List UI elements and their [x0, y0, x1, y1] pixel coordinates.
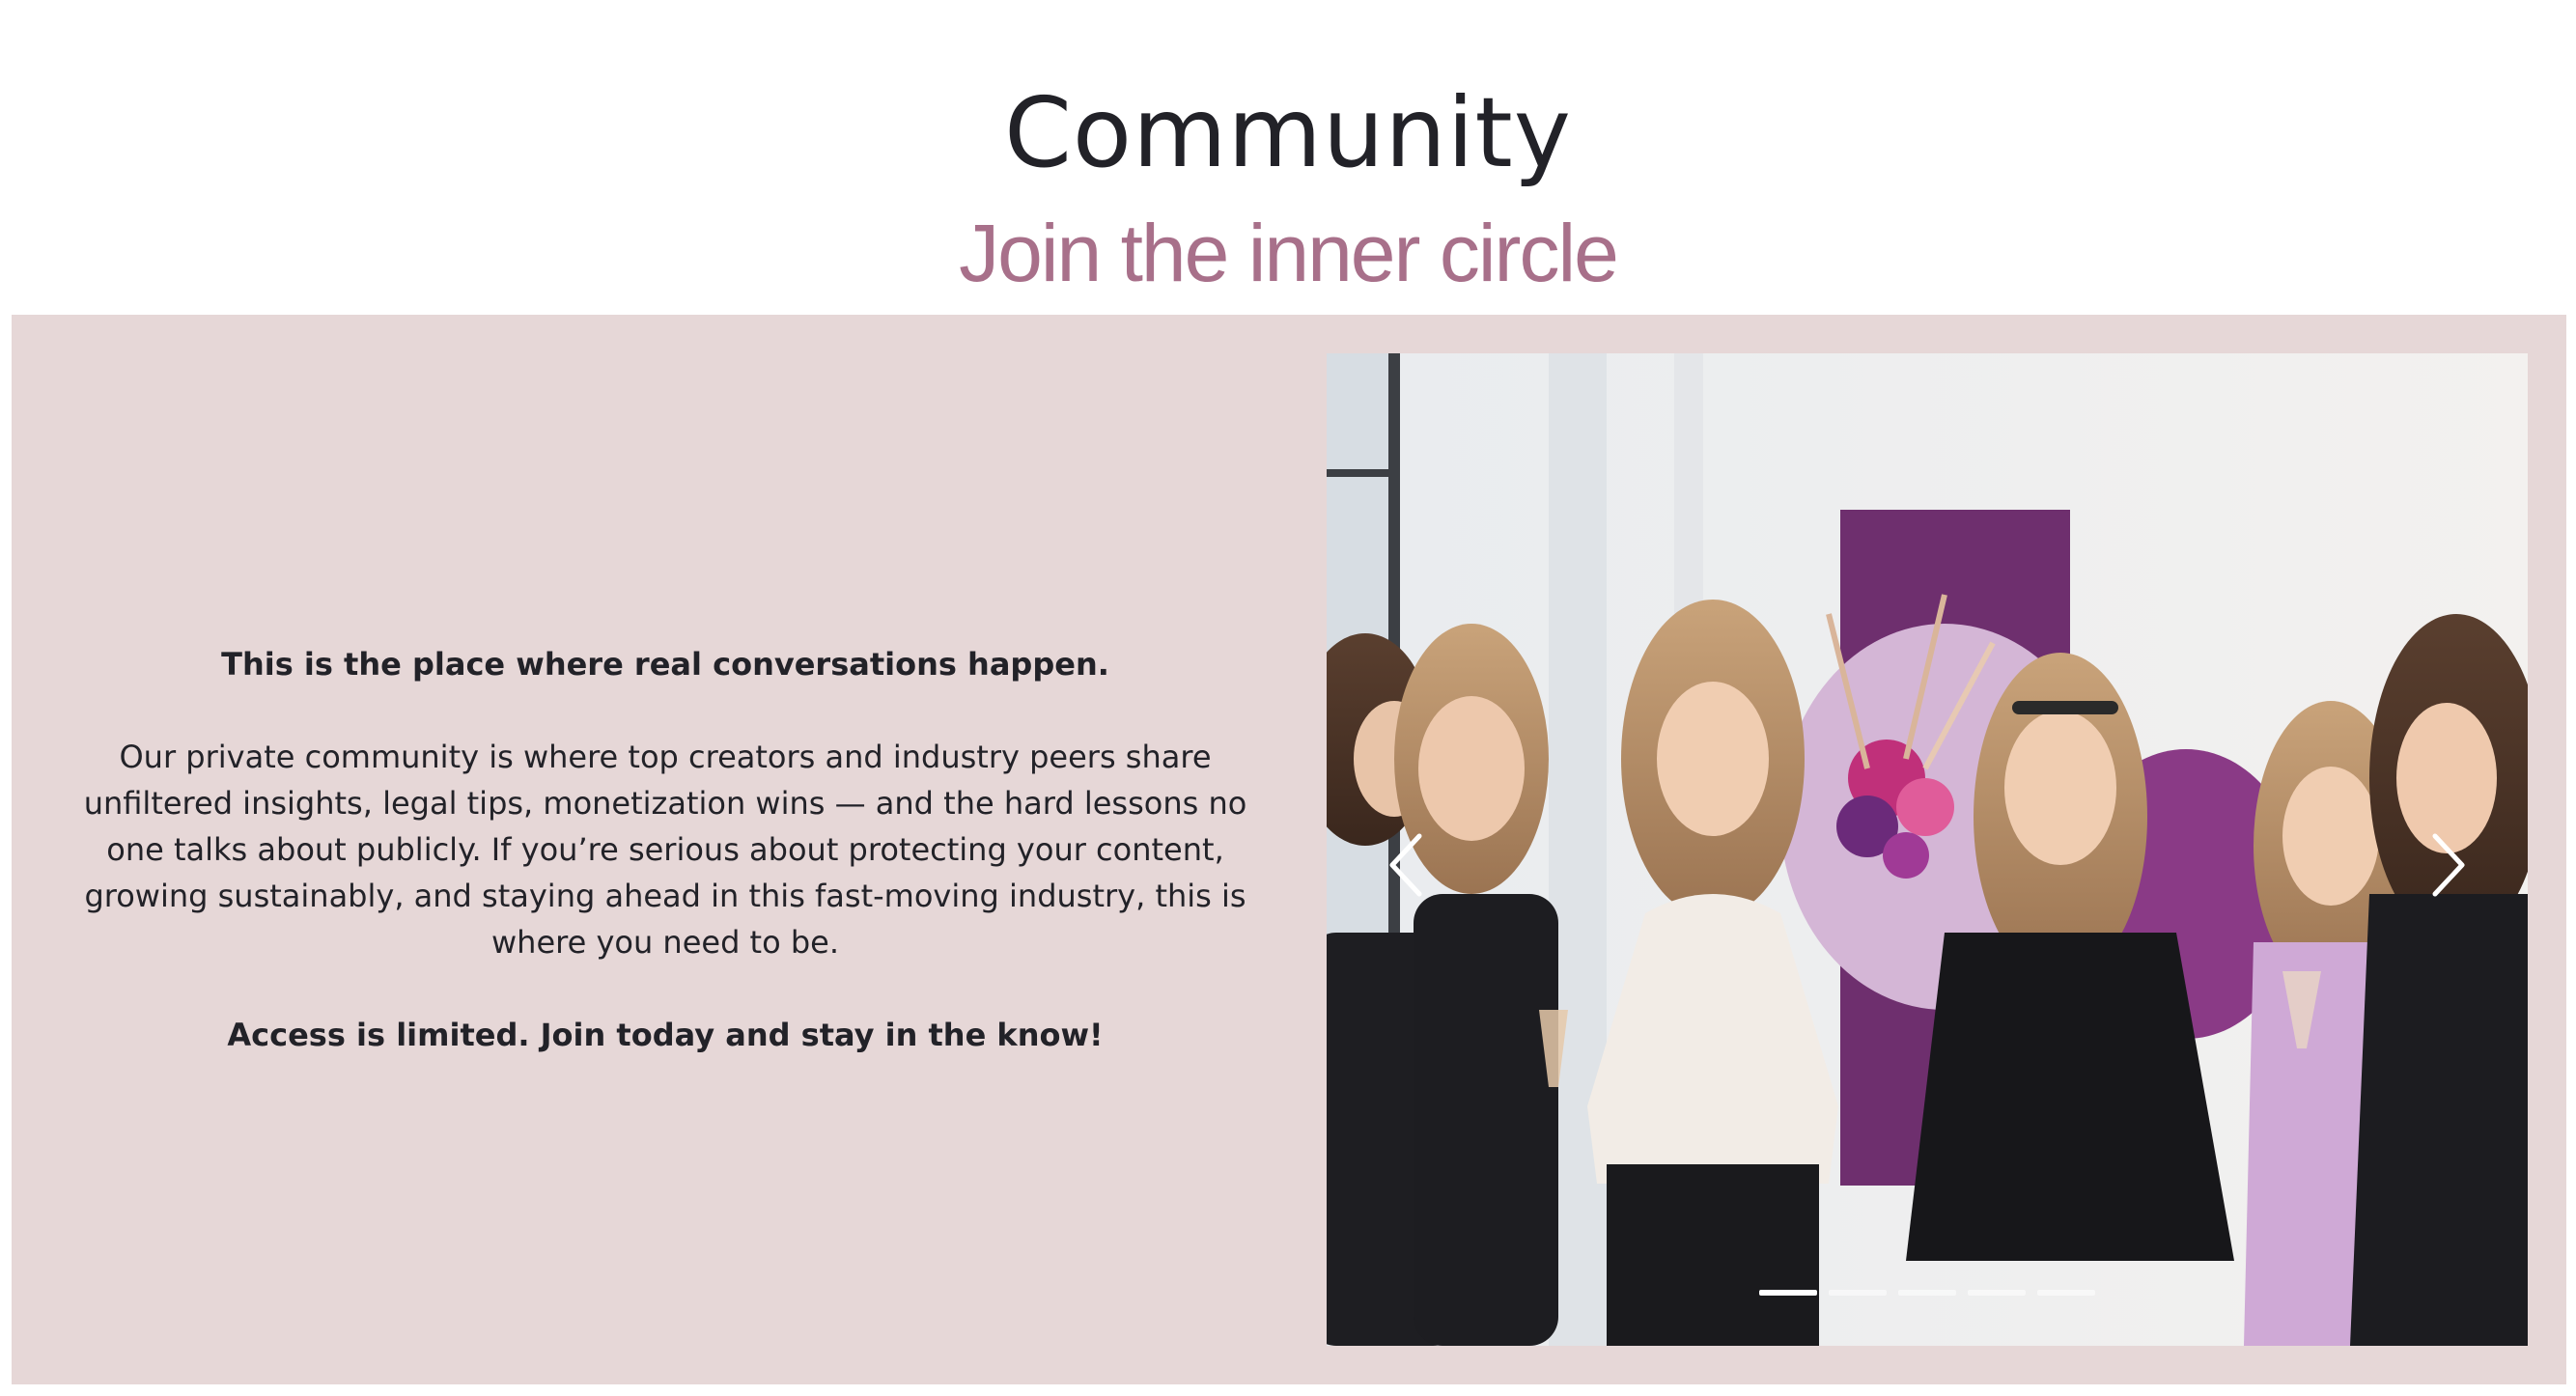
lead-text: This is the place where real conversatio… [221, 646, 1109, 683]
carousel-dot-1[interactable] [1759, 1290, 1817, 1296]
chevron-left-icon [1389, 833, 1422, 897]
carousel-dot-5[interactable] [2037, 1290, 2095, 1296]
section-title: Community [1004, 76, 1572, 189]
carousel-dot-4[interactable] [1968, 1290, 2026, 1296]
community-section: Community Join the inner circle This is … [0, 0, 2576, 1396]
carousel-dot-2[interactable] [1829, 1290, 1887, 1296]
carousel-dot-3[interactable] [1898, 1290, 1956, 1296]
carousel-pagination [1327, 1290, 2528, 1296]
community-band: This is the place where real conversatio… [12, 315, 2566, 1384]
community-copy: This is the place where real conversatio… [52, 315, 1278, 1384]
body-text: Our private community is where top creat… [83, 739, 1247, 961]
carousel-next-button[interactable] [2420, 826, 2478, 904]
section-subtitle: Join the inner circle [959, 208, 1619, 298]
chevron-right-icon [2432, 833, 2465, 897]
cta-text: Access is limited. Join today and stay i… [227, 1017, 1104, 1053]
carousel-prev-button[interactable] [1377, 826, 1435, 904]
carousel-photo [1327, 353, 2528, 1346]
image-carousel[interactable] [1327, 353, 2528, 1346]
